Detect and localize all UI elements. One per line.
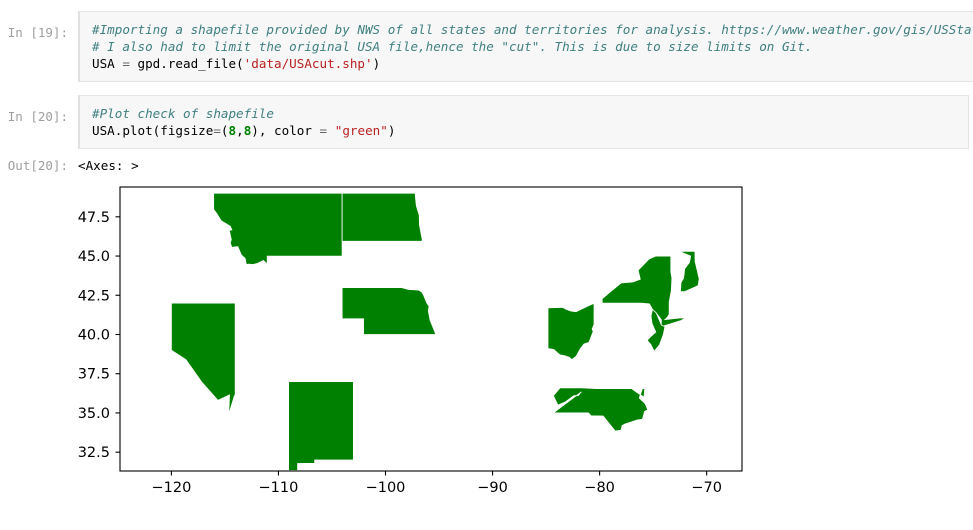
code-line: #Importing a shapefile provided by NWS o… [92,21,973,38]
y-tick-label: 42.5 [78,288,110,304]
code-line: USA = gpd.read_file('data/USAcut.shp') [92,55,973,72]
code-token-string: 'data/USAcut.shp' [243,56,373,71]
matplotlib-figure: −120 −110 −100 −90 −80 −70 32.5 35.0 37.5 40.0 42.… [0,174,973,514]
x-tick-label: −100 [366,480,406,496]
notebook-cell-in-19[interactable]: In [19]: #Importing a shapefile provided… [0,11,973,82]
code-token-comment: # I also had to limit the original USA f… [92,39,813,54]
output-repr-text: <Axes: > [78,158,139,173]
code-editor-19[interactable]: #Importing a shapefile provided by NWS o… [78,11,973,82]
input-prompt-19: In [19]: [7,25,68,40]
input-prompt-20: In [20]: [7,109,68,124]
code-token-comment: #Plot check of shapefile [92,106,274,121]
code-token-string: "green" [334,123,388,138]
x-tick-label: −70 [691,480,722,496]
code-token: USA [92,56,123,71]
x-tick-label: −110 [259,480,299,496]
code-token: ), color [251,123,320,138]
code-token: ) [387,123,396,138]
cell-gap [0,149,973,157]
x-tick-label: −120 [151,480,191,496]
code-token-operator: = [319,123,328,138]
code-editor-20[interactable]: #Plot check of shapefile USA.plot(figsiz… [78,95,969,149]
notebook-cell-in-20[interactable]: In [20]: #Plot check of shapefile USA.pl… [0,95,973,149]
output-prompt-20: Out[20]: [7,158,68,173]
y-tick-label: 35.0 [78,406,110,422]
x-tick-label: −80 [584,480,615,496]
code-token: ( [220,123,229,138]
top-spacer [0,0,973,11]
code-token-comment: #Importing a shapefile provided by NWS o… [92,22,973,37]
code-token-number: 8 [228,123,237,138]
code-token-operator: = [213,123,221,138]
code-token-operator: = [122,56,130,71]
notebook-container: In [19]: #Importing a shapefile provided… [0,0,973,174]
code-line: #Plot check of shapefile [92,105,968,122]
code-token: ) [372,56,381,71]
y-tick-label: 47.5 [78,210,110,226]
map-region-new-mexico [288,381,354,471]
code-line: USA.plot(figsize=(8,8), color = "green") [92,122,968,139]
y-axis: 32.5 35.0 37.5 40.0 42.5 45.0 47.5 [78,210,120,461]
code-token: gpd.read_file( [129,56,244,71]
code-token: , [236,123,244,138]
x-tick-label: −90 [477,480,508,496]
y-tick-label: 40.0 [78,327,110,343]
notebook-cell-out-20: Out[20]: <Axes: > [0,157,973,174]
map-plot-svg: −120 −110 −100 −90 −80 −70 32.5 35.0 37.5 40.0 42.… [78,186,743,496]
y-tick-label: 45.0 [78,249,110,265]
cell-gap [0,82,973,95]
code-line: # I also had to limit the original USA f… [92,38,973,55]
code-token: USA.plot(figsize [92,123,214,138]
x-axis: −120 −110 −100 −90 −80 −70 [151,471,722,496]
map-region-north-dakota [341,192,423,242]
y-tick-label: 32.5 [78,445,110,461]
y-tick-label: 37.5 [78,367,110,383]
